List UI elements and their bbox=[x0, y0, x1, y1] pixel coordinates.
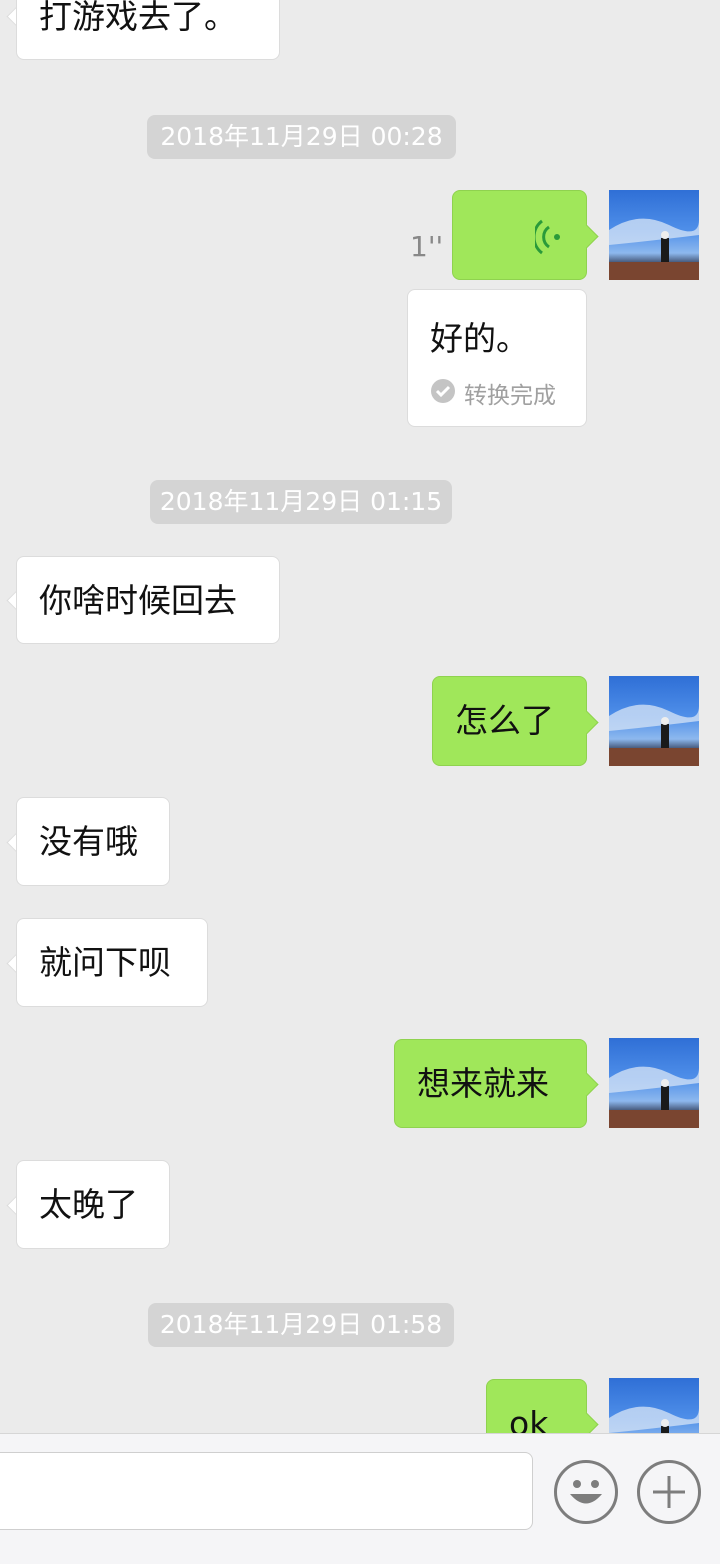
chat-area[interactable]: 打游戏去了。 2018年11月29日 00:28 1'' 好的。 转换完成 20… bbox=[0, 0, 720, 1433]
incoming-message[interactable]: 没有哦 bbox=[16, 797, 170, 886]
avatar[interactable] bbox=[609, 1038, 699, 1128]
avatar[interactable] bbox=[609, 190, 699, 280]
transcript-text: 好的。 bbox=[430, 319, 529, 358]
voice-wave-icon bbox=[535, 219, 560, 255]
plus-icon bbox=[653, 1476, 685, 1508]
message-text: 就问下呗 bbox=[39, 943, 171, 982]
avatar[interactable] bbox=[609, 1378, 699, 1433]
check-circle-icon bbox=[431, 379, 455, 403]
incoming-message[interactable]: 就问下呗 bbox=[16, 918, 208, 1007]
message-text: 没有哦 bbox=[39, 822, 138, 861]
emoji-button[interactable] bbox=[554, 1460, 618, 1524]
message-text: 太晚了 bbox=[39, 1185, 138, 1224]
outgoing-message[interactable]: 怎么了 bbox=[432, 676, 587, 766]
message-text: 打游戏去了。 bbox=[39, 0, 237, 36]
incoming-message[interactable]: 打游戏去了。 bbox=[16, 0, 280, 60]
message-text: 想来就来 bbox=[417, 1064, 549, 1103]
input-toolbar bbox=[0, 1433, 720, 1564]
incoming-message[interactable]: 太晚了 bbox=[16, 1160, 170, 1249]
message-text: 你啥时候回去 bbox=[39, 581, 237, 620]
message-text: 怎么了 bbox=[455, 701, 554, 740]
voice-message[interactable] bbox=[452, 190, 587, 280]
more-button[interactable] bbox=[637, 1460, 701, 1524]
outgoing-message[interactable]: ok bbox=[486, 1379, 587, 1433]
message-text: ok bbox=[509, 1404, 549, 1433]
transcript-status: 转换完成 bbox=[464, 383, 556, 409]
emoji-icon bbox=[570, 1480, 602, 1504]
avatar[interactable] bbox=[609, 676, 699, 766]
outgoing-message[interactable]: 想来就来 bbox=[394, 1039, 587, 1128]
incoming-message[interactable]: 你啥时候回去 bbox=[16, 556, 280, 644]
message-input[interactable] bbox=[0, 1452, 533, 1530]
voice-duration: 1'' bbox=[410, 230, 444, 263]
voice-transcript-card[interactable]: 好的。 转换完成 bbox=[407, 289, 587, 427]
timestamp: 2018年11月29日 01:15 bbox=[150, 480, 452, 524]
timestamp: 2018年11月29日 01:58 bbox=[148, 1303, 454, 1347]
timestamp: 2018年11月29日 00:28 bbox=[147, 115, 456, 159]
